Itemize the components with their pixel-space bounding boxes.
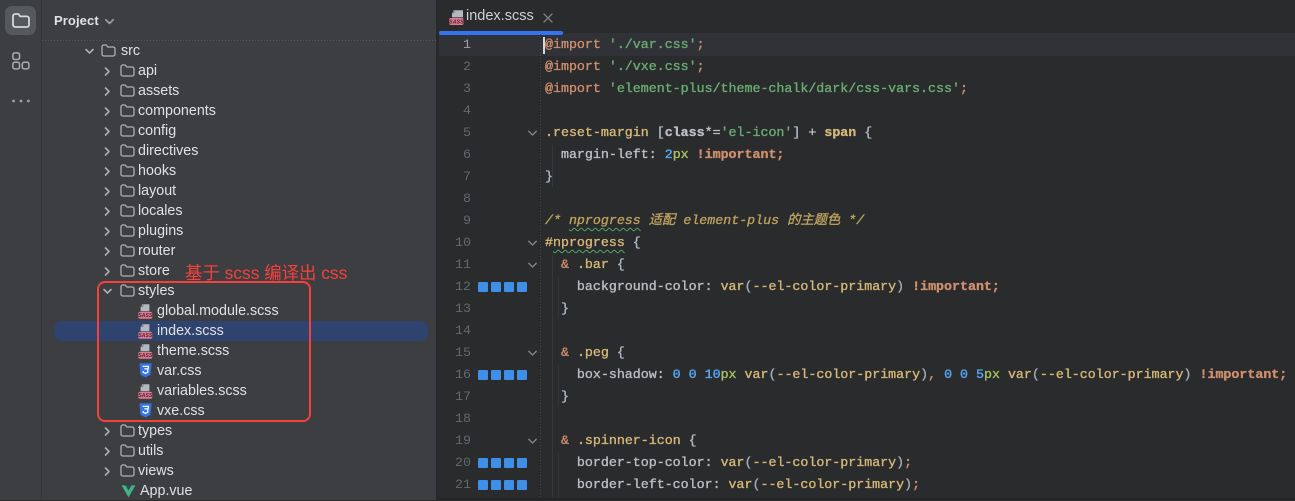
svg-text:SASS: SASS <box>449 19 464 25</box>
